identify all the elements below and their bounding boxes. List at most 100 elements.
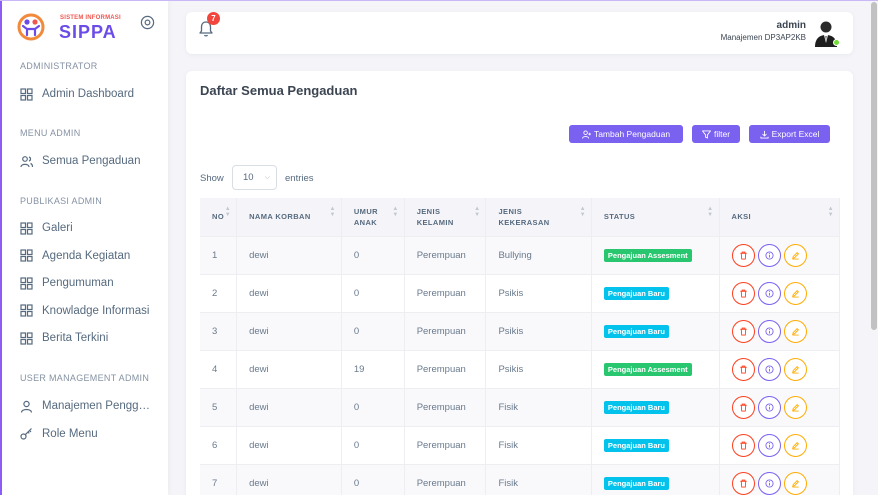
sidebar-item-label: Admin Dashboard [42, 88, 135, 100]
grid-icon [20, 331, 33, 345]
sidebar-item-label: Agenda Kegiatan [42, 249, 131, 262]
brand-subtitle: SISTEM INFORMASI [60, 15, 121, 21]
column-header-nama-korban[interactable]: NAMA KORBAN ▲ ▼ [236, 198, 342, 236]
cell-nama-korban: dewi [236, 425, 342, 464]
sidebar-section-title: PUBLIKASI ADMIN [20, 196, 103, 206]
detail-button[interactable] [757, 243, 781, 267]
sidebar-item-label: Semua Pengaduan [42, 155, 141, 167]
sidebar-toggle-icon[interactable] [140, 15, 155, 30]
cell-no: 1 [200, 235, 238, 274]
sidebar-item-label: Pengumuman [42, 277, 114, 289]
edit-button[interactable] [783, 281, 807, 305]
detail-button[interactable] [757, 471, 781, 495]
filter-label: filter [713, 129, 731, 139]
user-name: admin [776, 20, 806, 31]
column-header-jenis-kekerasan[interactable]: JENIS KEKERASAN ▲ ▼ [485, 198, 592, 236]
cell-jenis-kelamin: Perempuan [404, 235, 487, 274]
column-header-umur-anak[interactable]: UMUR ANAK ▲ ▼ [341, 198, 405, 236]
status-badge: Pengajuan Baru [603, 286, 670, 300]
delete-button[interactable] [731, 357, 755, 381]
cell-jenis-kelamin: Perempuan [404, 425, 487, 464]
detail-button[interactable] [757, 395, 781, 419]
sidebar-section-title: MENU ADMIN [20, 128, 81, 138]
delete-button[interactable] [731, 281, 755, 305]
cell-jenis-kelamin: Perempuan [404, 387, 487, 426]
detail-button[interactable] [757, 357, 781, 381]
cell-status: Pengajuan Baru [591, 463, 720, 495]
cell-jenis-kekerasan: Psikis [485, 349, 592, 388]
key-icon [20, 428, 32, 440]
info-icon [764, 288, 774, 298]
delete-button[interactable] [731, 395, 755, 419]
grid-icon [20, 276, 33, 290]
cell-jenis-kekerasan: Psikis [485, 311, 592, 350]
sidebar-item-role-menu[interactable]: Role Menu [20, 424, 160, 444]
show-label: Show [200, 173, 224, 184]
delete-button[interactable] [731, 319, 755, 343]
column-header-aksi[interactable]: AKSI ▲ ▼ [719, 198, 840, 236]
column-header-no[interactable]: NO ▲ ▼ [200, 198, 238, 236]
cell-no: 5 [200, 387, 238, 426]
add-complaint-button[interactable]: Tambah Pengaduan [569, 125, 683, 143]
export-excel-button[interactable]: Export Excel [749, 125, 830, 143]
delete-button[interactable] [731, 433, 755, 457]
filter-icon [701, 129, 711, 139]
cell-no: 4 [200, 349, 238, 388]
detail-button[interactable] [757, 433, 781, 457]
cell-jenis-kekerasan: Bullying [485, 235, 592, 274]
edit-button[interactable] [783, 319, 807, 343]
sidebar-item-semua-pengaduan[interactable]: Semua Pengaduan [20, 151, 160, 171]
cell-status: Pengajuan Baru [591, 387, 720, 426]
cell-nama-korban: dewi [236, 235, 342, 274]
cell-status: Pengajuan Baru [591, 425, 720, 464]
sidebar-item-manajemen-pengguna[interactable]: Manajemen Pengguna [20, 396, 160, 416]
delete-button[interactable] [731, 243, 755, 267]
edit-button[interactable] [783, 243, 807, 267]
brand-logo[interactable]: SISTEM INFORMASI SIPPA [16, 13, 136, 42]
info-icon [764, 402, 774, 412]
cell-aksi [719, 273, 840, 312]
table-row: 2 dewi 0 Perempuan Psikis Pengajuan Baru [200, 273, 840, 312]
sidebar-item-admin-dashboard[interactable]: Admin Dashboard [20, 84, 160, 104]
filter-button[interactable]: filter [692, 125, 740, 143]
sippa-logo-icon [17, 13, 45, 41]
users-icon [20, 155, 33, 167]
table-row: 1 dewi 0 Perempuan Bullying Pengajuan Assesme… [200, 235, 840, 274]
page-title: Daftar Semua Pengaduan [200, 83, 358, 98]
edit-button[interactable] [783, 471, 807, 495]
pencil-icon [791, 365, 800, 374]
sidebar-item-agenda-kegiatan[interactable]: Agenda Kegiatan [20, 246, 160, 266]
chevron-down-icon: ⌵ [264, 174, 270, 181]
edit-button[interactable] [783, 357, 807, 381]
detail-button[interactable] [757, 319, 781, 343]
info-icon [764, 479, 774, 488]
cell-nama-korban: dewi [236, 311, 342, 350]
cell-nama-korban: dewi [236, 349, 342, 388]
cell-status: Pengajuan Baru [591, 273, 720, 312]
cell-aksi [719, 425, 840, 464]
cell-status: Pengajuan Assesment [591, 349, 720, 388]
top-navbar: 7 admin Manajemen DP3AP2KB [186, 12, 853, 54]
sidebar-item-berita-terkini[interactable]: Berita Terkini [20, 328, 160, 348]
sidebar-item-galeri[interactable]: Galeri [20, 218, 160, 238]
complaints-table: NO ▲ ▼ NAMA KORBAN ▲ ▼ UMUR ANAK ▲ ▼ JENIS KEL… [200, 198, 840, 495]
delete-button[interactable] [731, 471, 755, 495]
status-badge: Pengajuan Baru [603, 400, 670, 414]
sidebar-item-knowladge-informasi[interactable]: Knowladge Informasi [20, 301, 160, 321]
edit-button[interactable] [783, 395, 807, 419]
cell-no: 6 [200, 425, 238, 464]
cell-umur-anak: 19 [341, 349, 405, 388]
trash-icon [739, 251, 748, 260]
sidebar-item-label: Manajemen Pengguna [42, 400, 152, 412]
detail-button[interactable] [757, 281, 781, 305]
sidebar-item-pengumuman[interactable]: Pengumuman [20, 273, 160, 293]
edit-button[interactable] [783, 433, 807, 457]
trash-icon [739, 365, 748, 374]
user-icon [20, 400, 33, 413]
entries-per-page-select[interactable]: 10 ⌵ [232, 165, 277, 190]
table-header-row: NO ▲ ▼ NAMA KORBAN ▲ ▼ UMUR ANAK ▲ ▼ JENIS KEL… [200, 198, 840, 236]
trash-icon [739, 441, 748, 450]
column-header-jenis-kelamin[interactable]: JENIS KELAMIN ▲ ▼ [404, 198, 487, 236]
column-header-status[interactable]: STATUS ▲ ▼ [591, 198, 720, 236]
page-scrollbar[interactable] [871, 2, 877, 330]
